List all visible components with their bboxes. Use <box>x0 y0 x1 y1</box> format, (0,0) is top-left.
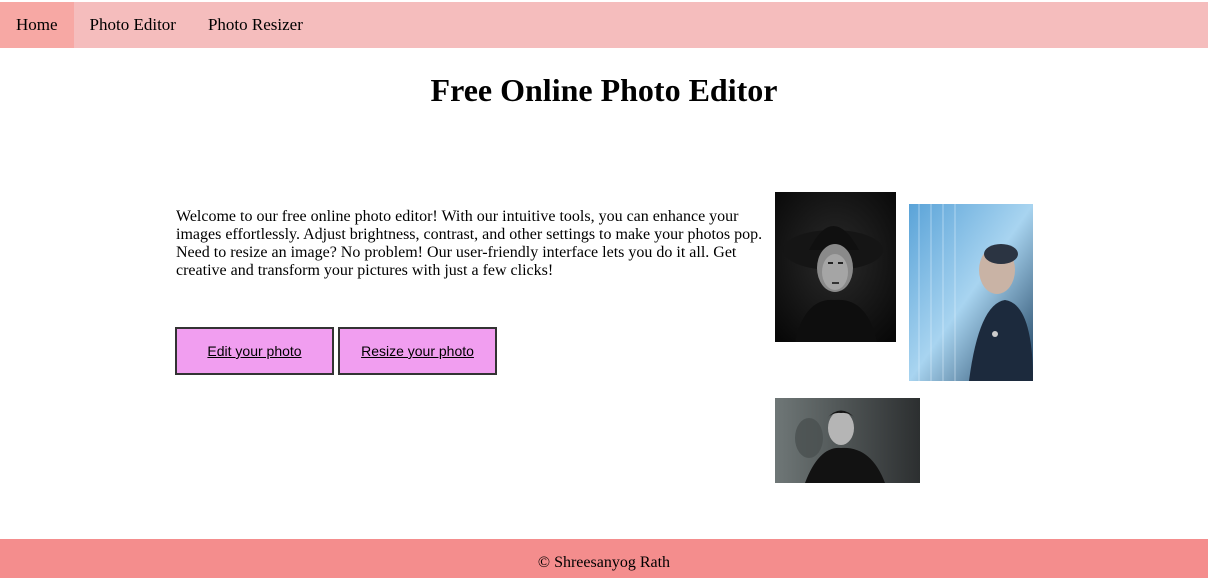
intro-paragraph: Welcome to our free online photo editor!… <box>176 208 763 279</box>
woman-in-hat-photo <box>775 192 896 342</box>
page: Home Photo Editor Photo Resizer Free Onl… <box>0 0 1208 578</box>
man-blue-window-photo <box>909 204 1033 381</box>
page-title: Free Online Photo Editor <box>430 72 778 108</box>
nav-item-photo-resizer[interactable]: Photo Resizer <box>192 2 319 48</box>
resize-photo-link[interactable]: Resize your photo <box>361 343 474 359</box>
edit-photo-button[interactable]: Edit your photo <box>175 327 334 375</box>
nav-item-photo-editor[interactable]: Photo Editor <box>74 2 192 48</box>
man-dark-coat-photo <box>775 398 920 483</box>
action-buttons: Edit your photo Resize your photo <box>175 327 497 375</box>
top-navbar: Home Photo Editor Photo Resizer <box>0 2 1208 48</box>
nav-item-home[interactable]: Home <box>0 2 74 48</box>
page-footer: © Shreesanyog Rath <box>0 539 1208 578</box>
resize-photo-button[interactable]: Resize your photo <box>338 327 497 375</box>
footer-copyright: © Shreesanyog Rath <box>537 554 671 571</box>
edit-photo-link[interactable]: Edit your photo <box>207 343 301 359</box>
